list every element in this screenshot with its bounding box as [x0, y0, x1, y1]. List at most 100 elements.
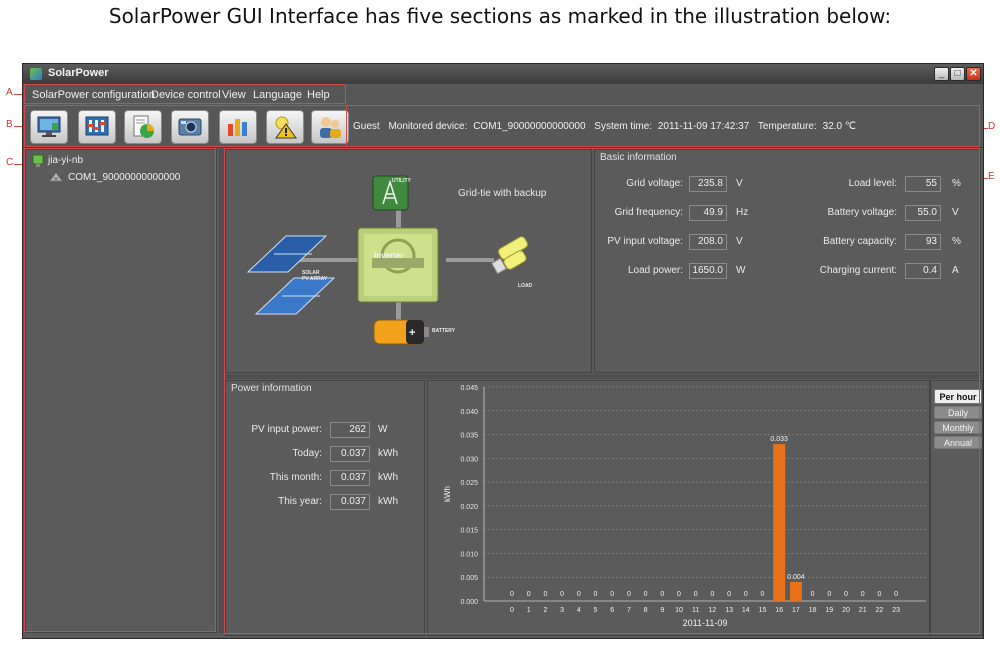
menu-view[interactable]: View	[222, 89, 246, 101]
energy-bar-chart: 0.000 0.005 0.010 0.015 0.020 0.025 0.030 0.035…	[443, 385, 926, 628]
year-energy-value: 0.037	[330, 494, 370, 510]
data-label: 0	[543, 591, 547, 598]
data-label: 0	[644, 591, 648, 598]
tree-root-node[interactable]: jia-yi-nb	[48, 155, 83, 166]
menu-help[interactable]: Help	[307, 89, 330, 101]
today-energy-label: Today:	[292, 448, 322, 459]
camera-button[interactable]	[171, 110, 209, 144]
y-tick-label: 0.035	[460, 433, 478, 440]
x-axis-title: 2011-11-09	[683, 618, 728, 628]
bar	[789, 581, 802, 601]
charging-current-value: 0.4	[905, 263, 941, 279]
close-button[interactable]: ✕	[966, 67, 981, 81]
data-label: 0	[710, 591, 714, 598]
x-tick-label: 3	[560, 607, 564, 614]
data-button[interactable]	[219, 110, 257, 144]
load-power-unit: W	[736, 265, 746, 276]
x-tick-label: 6	[610, 607, 614, 614]
load-power-label: Load power:	[627, 265, 683, 276]
title-bar[interactable]: SolarPower _ □ ✕	[23, 64, 983, 84]
battery-capacity-value: 93	[905, 234, 941, 250]
window-title: SolarPower	[48, 67, 109, 79]
alert-icon	[275, 116, 297, 139]
y-tick-label: 0.005	[460, 575, 478, 582]
menu-solarpower-configuration[interactable]: SolarPower configuration	[32, 89, 155, 101]
tab-monthly[interactable]: Monthly	[934, 421, 982, 434]
settings-button[interactable]	[78, 110, 116, 144]
settings-icon	[85, 116, 109, 136]
month-energy-label: This month:	[269, 472, 322, 483]
y-tick-label: 0.045	[460, 385, 478, 392]
marker-d: D	[988, 121, 996, 132]
power-information-title: Power information	[231, 383, 312, 394]
svg-text:+: +	[409, 327, 415, 339]
data-label: 0	[627, 591, 631, 598]
load-power-value: 1650.0	[689, 263, 727, 279]
charging-current-label: Charging current:	[819, 265, 897, 276]
tab-per-hour[interactable]: Per hour	[934, 389, 982, 404]
report-icon	[133, 115, 154, 138]
system-diagram-panel: + Grid-tie with backup UTILITY Inverter …	[225, 149, 592, 373]
x-tick-label: 16	[775, 607, 783, 614]
battery-voltage-value: 55.0	[905, 205, 941, 221]
load-level-unit: %	[952, 178, 961, 189]
data-label: 0	[744, 591, 748, 598]
status-user: Guest	[353, 121, 380, 132]
user-button[interactable]	[311, 110, 349, 144]
tab-daily[interactable]: Daily	[934, 406, 982, 419]
y-axis-title: kWh	[443, 486, 452, 502]
data-label: 0	[727, 591, 731, 598]
status-line: Guest Monitored device: COM1_90000000000…	[353, 121, 862, 132]
x-tick-label: 17	[792, 607, 800, 614]
status-temp-label: Temperature:	[757, 121, 817, 132]
monitor-icon	[37, 116, 61, 137]
maximize-button[interactable]: □	[950, 67, 965, 81]
month-energy-value: 0.037	[330, 470, 370, 486]
x-tick-label: 13	[725, 607, 733, 614]
menu-language[interactable]: Language	[253, 89, 302, 101]
minimize-button[interactable]: _	[934, 67, 949, 81]
x-tick-label: 20	[842, 607, 850, 614]
monitor-button[interactable]	[30, 110, 68, 144]
battery-capacity-unit: %	[952, 236, 961, 247]
basic-information-panel: Basic information Grid voltage: 235.8 V …	[594, 149, 981, 373]
tree-device-node[interactable]: COM1_90000000000000	[68, 172, 180, 183]
data-label: 0	[861, 591, 865, 598]
menu-device-control[interactable]: Device control	[151, 89, 221, 101]
x-tick-label: 10	[675, 607, 683, 614]
data-label: 0	[811, 591, 815, 598]
alert-button[interactable]	[266, 110, 304, 144]
year-energy-label: This year:	[278, 496, 322, 507]
marker-c: C	[6, 157, 14, 168]
y-tick-label: 0.030	[460, 456, 478, 463]
data-icon	[228, 119, 247, 136]
data-label: 0	[560, 591, 564, 598]
horizontal-splitter[interactable]	[225, 374, 981, 379]
device-icon	[49, 172, 63, 182]
y-tick-label: 0.040	[460, 409, 478, 416]
page-caption: SolarPower GUI Interface has five sectio…	[108, 4, 892, 28]
toolbar: Guest Monitored device: COM1_90000000000…	[23, 106, 983, 148]
solar-label: SOLAR PV ARRAY	[302, 270, 328, 282]
status-monitored-label: Monitored device:	[388, 121, 468, 132]
status-time-value: 2011-11-09 17:42:37	[657, 121, 750, 132]
y-tick-label: 0.015	[460, 528, 478, 535]
computer-icon	[32, 154, 44, 167]
pv-input-voltage-label: PV input voltage:	[607, 236, 683, 247]
vertical-splitter[interactable]	[219, 149, 224, 633]
report-button[interactable]	[124, 110, 162, 144]
y-tick-label: 0.010	[460, 551, 478, 558]
inverter-label: Inverter	[374, 251, 404, 260]
status-temp-value: 32.0 ℃	[822, 121, 857, 132]
battery-voltage-unit: V	[952, 207, 959, 218]
today-energy-value: 0.037	[330, 446, 370, 462]
tab-annual[interactable]: Annual	[934, 436, 982, 449]
status-monitored-value: COM1_90000000000000	[473, 121, 586, 132]
marker-e: E	[988, 171, 995, 182]
x-tick-label: 7	[627, 607, 631, 614]
data-label: 0	[877, 591, 881, 598]
data-label: 0	[577, 591, 581, 598]
system-mode-label: Grid-tie with backup	[458, 188, 547, 199]
charging-current-unit: A	[952, 265, 959, 276]
battery-capacity-label: Battery capacity:	[823, 236, 897, 247]
